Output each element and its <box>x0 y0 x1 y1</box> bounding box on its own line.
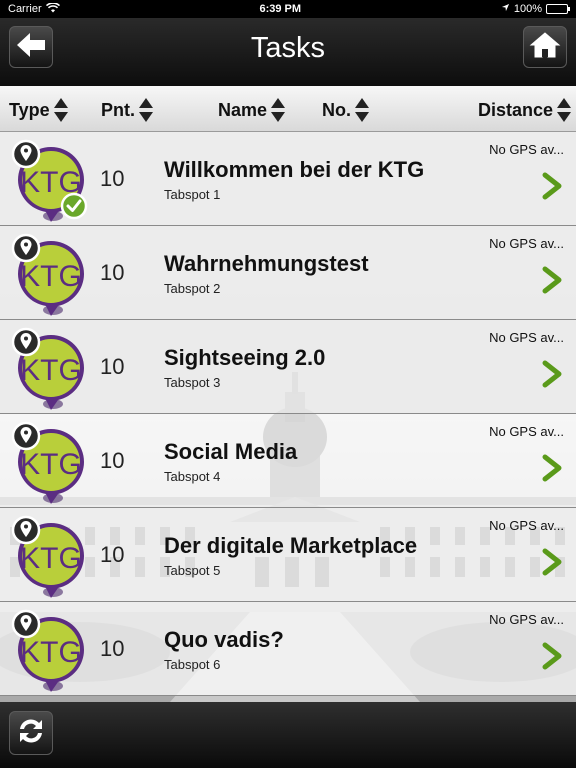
sort-by-name-button[interactable]: Name <box>218 96 286 124</box>
sort-arrows-icon <box>53 98 68 122</box>
ktg-logo-icon: KTG <box>10 138 92 224</box>
task-distance: No GPS av... <box>489 612 564 627</box>
task-points: 10 <box>100 260 125 285</box>
sort-arrows-icon <box>271 98 286 122</box>
task-subtitle: Tabspot 3 <box>164 375 221 390</box>
home-icon <box>529 31 561 64</box>
refresh-icon <box>15 716 47 751</box>
task-distance: No GPS av... <box>489 330 564 345</box>
status-bar: Carrier 6:39 PM 100% <box>0 0 576 18</box>
sort-by-number-button[interactable]: No. <box>322 96 370 124</box>
battery-icon <box>546 4 570 14</box>
chevron-right-icon <box>542 172 562 200</box>
bottom-toolbar <box>0 702 576 768</box>
logo-text: KTG <box>20 636 82 669</box>
column-label-number: No. <box>322 99 351 120</box>
task-subtitle: Tabspot 4 <box>164 469 221 484</box>
battery-percent: 100% <box>513 3 542 15</box>
column-label-distance: Distance <box>477 99 553 120</box>
task-row[interactable]: KTG 10 Wahrnehmungstest Tabspot 2 No GPS… <box>0 226 576 320</box>
task-distance: No GPS av... <box>489 424 564 439</box>
sort-arrows-icon <box>355 98 369 122</box>
nav-header: Tasks <box>0 18 576 86</box>
task-row[interactable]: KTG 10 Quo vadis? Tabspot 6 No GPS av... <box>0 602 576 696</box>
task-row[interactable]: KTG 10 Sightseeing 2.0 Tabspot 3 No GPS … <box>0 320 576 414</box>
completed-check-icon <box>24 148 28 153</box>
chevron-right-icon <box>542 360 562 388</box>
task-distance: No GPS av... <box>489 142 564 157</box>
task-subtitle: Tabspot 6 <box>164 657 221 672</box>
task-distance: No GPS av... <box>489 518 564 533</box>
ktg-logo-icon: KTG <box>10 326 92 412</box>
sort-arrows-icon <box>139 98 153 122</box>
logo-text: KTG <box>20 448 82 481</box>
column-label-points: Pnt. <box>101 99 135 120</box>
task-title: Willkommen bei der KTG <box>164 157 425 182</box>
task-points: 10 <box>100 448 125 473</box>
task-title: Social Media <box>164 439 298 464</box>
task-points: 10 <box>100 542 125 567</box>
logo-text: KTG <box>20 542 82 575</box>
page-title: Tasks <box>250 32 326 64</box>
task-list: KTG 10 Willkommen bei der KTG Tabspot 1 … <box>0 132 576 696</box>
task-title: Der digitale Marketplace <box>164 533 418 558</box>
task-subtitle: Tabspot 1 <box>164 187 221 202</box>
ktg-logo-icon: KTG <box>10 608 92 694</box>
task-points: 10 <box>100 354 125 379</box>
task-points: 10 <box>100 166 125 191</box>
clock: 6:39 PM <box>259 3 302 15</box>
task-title: Sightseeing 2.0 <box>164 345 326 370</box>
home-button[interactable] <box>523 26 567 68</box>
task-points: 10 <box>100 636 125 661</box>
task-title: Wahrnehmungstest <box>164 251 369 276</box>
logo-text: KTG <box>20 354 82 387</box>
chevron-right-icon <box>542 642 562 670</box>
task-title: Quo vadis? <box>164 627 284 652</box>
chevron-right-icon <box>542 266 562 294</box>
wifi-icon <box>45 1 60 16</box>
task-row[interactable]: KTG 10 Social Media Tabspot 4 No GPS av.… <box>0 414 576 508</box>
task-subtitle: Tabspot 5 <box>164 563 221 578</box>
logo-text: KTG <box>20 260 82 293</box>
task-distance: No GPS av... <box>489 236 564 251</box>
refresh-button[interactable] <box>9 711 53 755</box>
task-row[interactable]: KTG 10 Willkommen bei der KTG Tabspot 1 … <box>0 132 576 226</box>
chevron-right-icon <box>542 548 562 576</box>
column-label-type: Type <box>9 99 50 120</box>
column-header-bar: Type Pnt. Name No. Distance <box>0 86 576 132</box>
location-arrow-icon <box>501 3 510 15</box>
sort-by-type-button[interactable]: Type <box>9 96 69 124</box>
chevron-right-icon <box>542 454 562 482</box>
sort-by-points-button[interactable]: Pnt. <box>101 96 154 124</box>
ktg-logo-icon: KTG <box>10 514 92 600</box>
task-row[interactable]: KTG 10 Der digitale Marketplace Tabspot … <box>0 508 576 602</box>
ktg-logo-icon: KTG <box>10 420 92 506</box>
sort-arrows-icon <box>557 98 571 122</box>
column-label-name: Name <box>218 99 268 120</box>
ktg-logo-icon: KTG <box>10 232 92 318</box>
sort-by-distance-button[interactable]: Distance <box>478 96 572 124</box>
task-subtitle: Tabspot 2 <box>164 281 221 296</box>
carrier-label: Carrier <box>8 3 42 15</box>
